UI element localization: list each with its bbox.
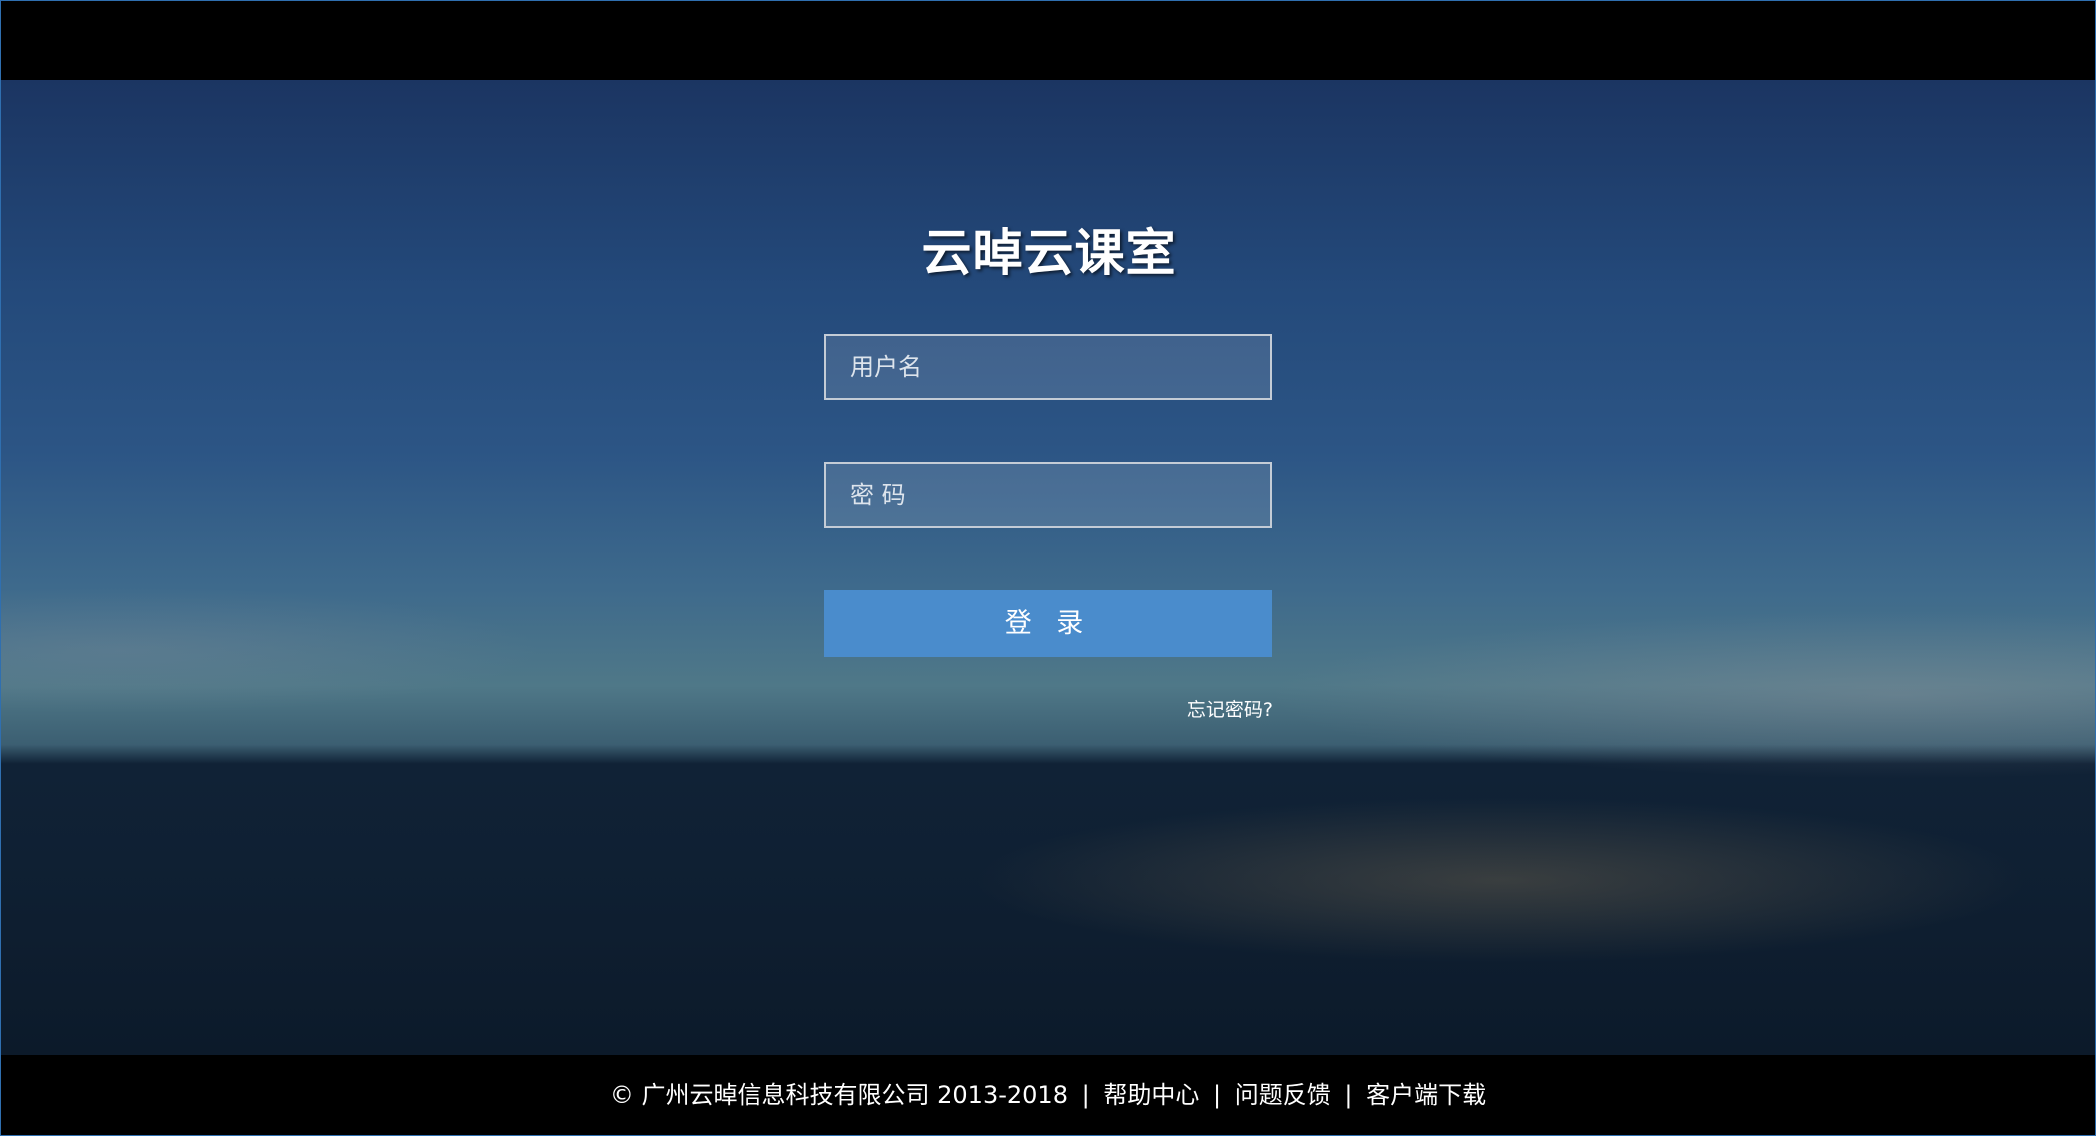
client-download-link[interactable]: 客户端下载 — [1366, 1081, 1486, 1109]
help-center-link[interactable]: 帮助中心 — [1103, 1081, 1199, 1109]
app-title: 云晫云课室 — [921, 224, 1177, 282]
login-button[interactable]: 登 录 — [824, 590, 1272, 657]
password-input[interactable] — [824, 462, 1272, 528]
login-page: 云晫云课室 登 录 忘记密码? © 广州云晫信息科技有限公司 2013-2018… — [0, 0, 2096, 1136]
footer: © 广州云晫信息科技有限公司 2013-2018 | 帮助中心 | 问题反馈 |… — [1, 1055, 2095, 1135]
footer-separator: | — [1344, 1081, 1353, 1109]
footer-separator: | — [1212, 1081, 1222, 1109]
username-input[interactable] — [824, 334, 1272, 400]
feedback-link[interactable]: 问题反馈 — [1235, 1081, 1331, 1109]
forgot-password-link[interactable]: 忘记密码? — [1161, 695, 1273, 722]
copyright-text: © 广州云晫信息科技有限公司 2013-2018 — [609, 1081, 1068, 1109]
top-bar — [1, 1, 2095, 80]
footer-separator: | — [1081, 1081, 1090, 1109]
